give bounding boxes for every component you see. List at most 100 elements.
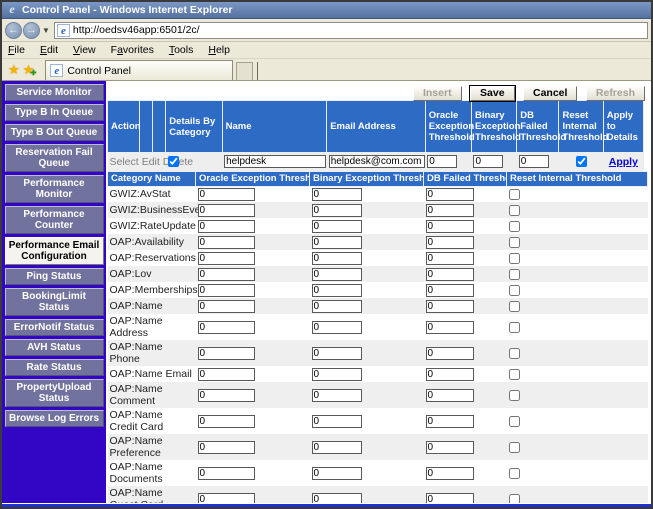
binary-threshold-input[interactable] bbox=[312, 441, 362, 454]
menu-item-edit[interactable]: Edit bbox=[40, 44, 58, 56]
reset-internal-checkbox[interactable] bbox=[509, 468, 520, 479]
oracle-threshold-input[interactable] bbox=[198, 493, 255, 504]
reset-internal-checkbox[interactable] bbox=[509, 253, 520, 264]
binary-threshold-input[interactable] bbox=[312, 188, 362, 201]
binary-threshold-input[interactable] bbox=[312, 493, 362, 504]
favorites-star-icon[interactable]: ★ bbox=[8, 62, 20, 78]
reset-internal-checkbox[interactable] bbox=[509, 237, 520, 248]
menu-item-view[interactable]: View bbox=[73, 44, 96, 56]
binary-threshold-input[interactable] bbox=[312, 236, 362, 249]
details-by-category-checkbox[interactable] bbox=[168, 156, 179, 167]
edit-link[interactable]: Edit bbox=[142, 156, 160, 168]
binary-threshold-input[interactable] bbox=[312, 389, 362, 402]
sidebar-item-errornotif-status[interactable]: ErrorNotif Status bbox=[5, 319, 104, 336]
back-button[interactable]: ← bbox=[5, 22, 22, 39]
db-failed-threshold-input[interactable] bbox=[426, 441, 474, 454]
reset-internal-checkbox[interactable] bbox=[509, 221, 520, 232]
db-failed-threshold-input[interactable] bbox=[426, 389, 474, 402]
reset-internal-checkbox[interactable] bbox=[509, 285, 520, 296]
forward-button[interactable]: → bbox=[23, 22, 40, 39]
menu-item-file[interactable]: File bbox=[8, 44, 25, 56]
menu-item-help[interactable]: Help bbox=[208, 44, 230, 56]
sidebar-item-type-b-in-queue[interactable]: Type B In Queue bbox=[5, 104, 104, 121]
binary-threshold-input[interactable] bbox=[312, 268, 362, 281]
db-failed-threshold-input[interactable] bbox=[519, 155, 549, 168]
binary-threshold-input[interactable] bbox=[312, 220, 362, 233]
db-failed-threshold-input[interactable] bbox=[426, 252, 474, 265]
db-failed-threshold-input[interactable] bbox=[426, 284, 474, 297]
db-failed-threshold-input[interactable] bbox=[426, 268, 474, 281]
oracle-threshold-input[interactable] bbox=[198, 347, 255, 360]
reset-internal-checkbox[interactable] bbox=[576, 156, 587, 167]
binary-threshold-input[interactable] bbox=[312, 347, 362, 360]
binary-threshold-input[interactable] bbox=[312, 204, 362, 217]
reset-internal-checkbox[interactable] bbox=[509, 390, 520, 401]
db-failed-threshold-input[interactable] bbox=[426, 467, 474, 480]
oracle-threshold-input[interactable] bbox=[198, 467, 255, 480]
db-failed-threshold-input[interactable] bbox=[426, 347, 474, 360]
db-failed-threshold-input[interactable] bbox=[426, 220, 474, 233]
db-failed-threshold-input[interactable] bbox=[426, 493, 474, 504]
sidebar-item-avh-status[interactable]: AVH Status bbox=[5, 339, 104, 356]
new-tab-button[interactable] bbox=[236, 62, 253, 80]
tab-control-panel[interactable]: e Control Panel bbox=[45, 60, 233, 80]
oracle-threshold-input[interactable] bbox=[198, 415, 255, 428]
address-input[interactable]: e http://oedsv46app:6501/2c/ bbox=[54, 22, 648, 39]
menu-item-tools[interactable]: Tools bbox=[169, 44, 194, 56]
oracle-threshold-input[interactable] bbox=[198, 284, 255, 297]
oracle-threshold-input[interactable] bbox=[198, 321, 255, 334]
binary-threshold-input[interactable] bbox=[312, 252, 362, 265]
db-failed-threshold-input[interactable] bbox=[426, 321, 474, 334]
name-input[interactable] bbox=[224, 155, 326, 168]
binary-threshold-input[interactable] bbox=[473, 155, 503, 168]
reset-internal-checkbox[interactable] bbox=[509, 442, 520, 453]
history-dropdown-icon[interactable]: ▼ bbox=[42, 26, 50, 35]
sidebar-item-browse-log-errors[interactable]: Browse Log Errors bbox=[5, 410, 104, 427]
sidebar-item-performance-counter[interactable]: Performance Counter bbox=[5, 206, 104, 234]
save-button[interactable]: Save bbox=[470, 86, 515, 101]
reset-internal-checkbox[interactable] bbox=[509, 269, 520, 280]
oracle-threshold-input[interactable] bbox=[198, 300, 255, 313]
insert-button[interactable]: Insert bbox=[413, 86, 462, 101]
oracle-threshold-input[interactable] bbox=[427, 155, 457, 168]
binary-threshold-input[interactable] bbox=[312, 300, 362, 313]
refresh-button[interactable]: Refresh bbox=[586, 86, 645, 101]
oracle-threshold-input[interactable] bbox=[198, 188, 255, 201]
email-input[interactable] bbox=[329, 155, 425, 168]
reset-internal-checkbox[interactable] bbox=[509, 301, 520, 312]
sidebar-item-ping-status[interactable]: Ping Status bbox=[5, 268, 104, 285]
oracle-threshold-input[interactable] bbox=[198, 268, 255, 281]
reset-internal-checkbox[interactable] bbox=[509, 205, 520, 216]
db-failed-threshold-input[interactable] bbox=[426, 368, 474, 381]
reset-internal-checkbox[interactable] bbox=[509, 322, 520, 333]
sidebar-item-propertyupload-status[interactable]: PropertyUpload Status bbox=[5, 379, 104, 407]
binary-threshold-input[interactable] bbox=[312, 368, 362, 381]
sidebar-item-rate-status[interactable]: Rate Status bbox=[5, 359, 104, 376]
oracle-threshold-input[interactable] bbox=[198, 220, 255, 233]
oracle-threshold-input[interactable] bbox=[198, 389, 255, 402]
sidebar-item-performance-monitor[interactable]: Performance Monitor bbox=[5, 175, 104, 203]
binary-threshold-input[interactable] bbox=[312, 284, 362, 297]
sidebar-item-type-b-out-queue[interactable]: Type B Out Queue bbox=[5, 124, 104, 141]
db-failed-threshold-input[interactable] bbox=[426, 236, 474, 249]
oracle-threshold-input[interactable] bbox=[198, 252, 255, 265]
reset-internal-checkbox[interactable] bbox=[509, 416, 520, 427]
db-failed-threshold-input[interactable] bbox=[426, 204, 474, 217]
add-favorite-icon[interactable]: ★✚ bbox=[23, 62, 35, 78]
binary-threshold-input[interactable] bbox=[312, 467, 362, 480]
reset-internal-checkbox[interactable] bbox=[509, 369, 520, 380]
sidebar-item-performance-email-configuration[interactable]: Performance Email Configuration bbox=[5, 237, 104, 265]
binary-threshold-input[interactable] bbox=[312, 321, 362, 334]
oracle-threshold-input[interactable] bbox=[198, 236, 255, 249]
sidebar-item-reservation-fail-queue[interactable]: Reservation Fail Queue bbox=[5, 144, 104, 172]
select-link[interactable]: Select bbox=[110, 156, 139, 168]
reset-internal-checkbox[interactable] bbox=[509, 494, 520, 503]
sidebar-item-bookinglimit-status[interactable]: BookingLimit Status bbox=[5, 288, 104, 316]
reset-internal-checkbox[interactable] bbox=[509, 348, 520, 359]
binary-threshold-input[interactable] bbox=[312, 415, 362, 428]
db-failed-threshold-input[interactable] bbox=[426, 415, 474, 428]
db-failed-threshold-input[interactable] bbox=[426, 300, 474, 313]
oracle-threshold-input[interactable] bbox=[198, 204, 255, 217]
menu-item-favorites[interactable]: Favorites bbox=[111, 44, 154, 56]
db-failed-threshold-input[interactable] bbox=[426, 188, 474, 201]
